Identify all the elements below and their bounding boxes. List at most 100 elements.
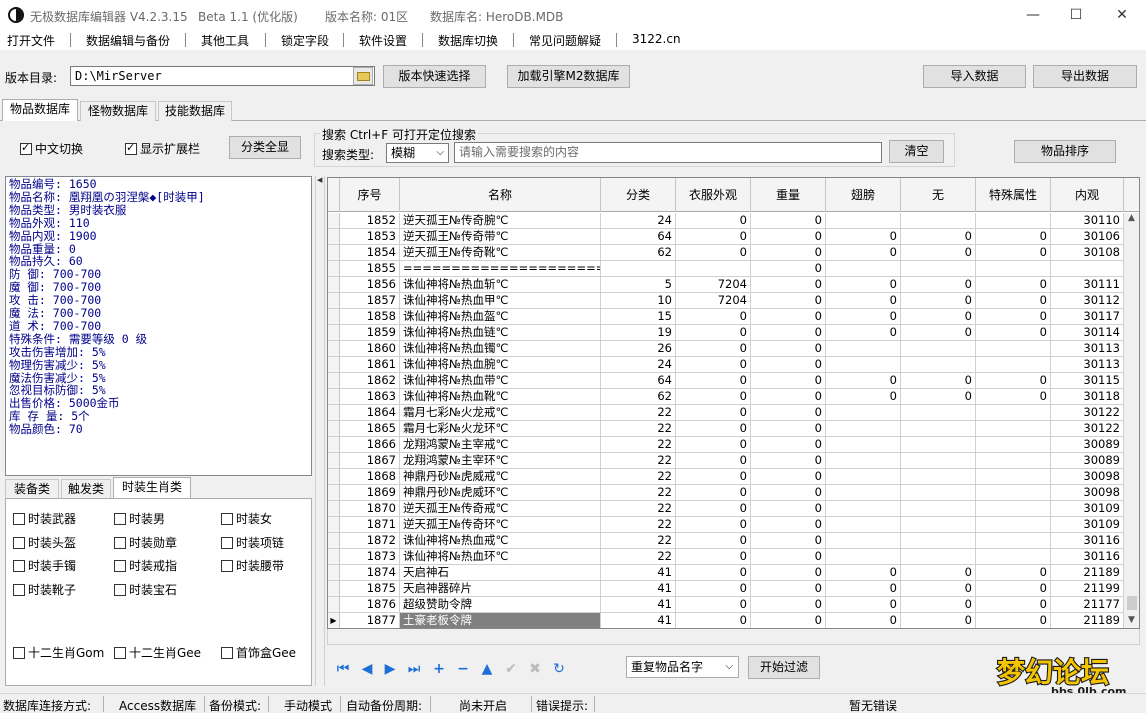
- table-cell[interactable]: [826, 213, 901, 229]
- table-cell[interactable]: 0: [826, 229, 901, 245]
- table-cell[interactable]: 诛仙神将№热血甲℃: [400, 293, 601, 309]
- minimize-icon[interactable]: —: [1010, 0, 1056, 30]
- table-cell[interactable]: 22: [601, 533, 676, 549]
- table-cell[interactable]: [826, 437, 901, 453]
- table-cell[interactable]: 逆天孤王№传奇靴℃: [400, 245, 601, 261]
- table-cell[interactable]: 0: [826, 613, 901, 628]
- table-cell[interactable]: 1864: [340, 405, 400, 421]
- table-cell[interactable]: 1868: [340, 469, 400, 485]
- table-cell[interactable]: 1865: [340, 421, 400, 437]
- delete-record-icon[interactable]: −: [454, 660, 472, 678]
- table-cell[interactable]: 0: [901, 389, 976, 405]
- table-cell[interactable]: 0: [676, 613, 751, 628]
- table-cell[interactable]: [901, 517, 976, 533]
- table-cell[interactable]: 1873: [340, 549, 400, 565]
- column-header[interactable]: 翅膀: [826, 178, 901, 212]
- table-cell[interactable]: 30113: [1051, 341, 1124, 357]
- prior-record-icon[interactable]: ◀: [358, 660, 376, 678]
- search-input[interactable]: 请输入需要搜索的内容: [454, 142, 882, 163]
- table-cell[interactable]: 土豪老板令牌: [400, 613, 601, 628]
- table-cell[interactable]: 0: [826, 389, 901, 405]
- table-cell[interactable]: 诛仙神将№热血戒℃: [400, 533, 601, 549]
- table-row[interactable]: 1858 诛仙神将№热血盔℃ 15 0 0 0 0 0 30117: [328, 309, 1124, 325]
- table-cell[interactable]: 30122: [1051, 421, 1124, 437]
- table-cell[interactable]: 24: [601, 213, 676, 229]
- table-cell[interactable]: 0: [826, 565, 901, 581]
- table-cell[interactable]: 0: [751, 357, 826, 373]
- table-cell[interactable]: 0: [901, 229, 976, 245]
- table-cell[interactable]: 0: [751, 613, 826, 628]
- table-cell[interactable]: [901, 437, 976, 453]
- table-cell[interactable]: [976, 405, 1051, 421]
- table-cell[interactable]: 30106: [1051, 229, 1124, 245]
- table-cell[interactable]: 1856: [340, 277, 400, 293]
- table-cell[interactable]: [826, 549, 901, 565]
- table-row[interactable]: 1857 诛仙神将№热血甲℃ 10 7204 0 0 0 0 30112: [328, 293, 1124, 309]
- table-cell[interactable]: 诛仙神将№热血腕℃: [400, 357, 601, 373]
- table-cell[interactable]: [901, 261, 976, 277]
- category-checkbox[interactable]: 时装项链: [221, 534, 284, 551]
- table-cell[interactable]: 0: [676, 213, 751, 229]
- table-cell[interactable]: 0: [901, 565, 976, 581]
- menu-lock-fields[interactable]: 锁定字段: [281, 32, 329, 49]
- table-cell[interactable]: 0: [676, 373, 751, 389]
- table-row[interactable]: ▶ 1877 土豪老板令牌 41 0 0 0 0 0 21189: [328, 613, 1124, 628]
- table-cell[interactable]: 龙翔鸿蒙№主宰环℃: [400, 453, 601, 469]
- table-cell[interactable]: [976, 341, 1051, 357]
- table-cell[interactable]: 0: [826, 293, 901, 309]
- table-cell[interactable]: [976, 517, 1051, 533]
- cn-switch-checkbox[interactable]: 中文切换: [20, 140, 83, 157]
- table-cell[interactable]: 30108: [1051, 245, 1124, 261]
- table-cell[interactable]: 1854: [340, 245, 400, 261]
- category-checkbox[interactable]: 时装宝石: [114, 581, 177, 598]
- category-checkbox[interactable]: 十二生肖Gom: [13, 644, 104, 661]
- table-cell[interactable]: 0: [751, 261, 826, 277]
- table-cell[interactable]: [826, 341, 901, 357]
- table-cell[interactable]: 诛仙神将№热血环℃: [400, 549, 601, 565]
- table-row[interactable]: 1863 诛仙神将№热血靴℃ 62 0 0 0 0 0 30118: [328, 389, 1124, 405]
- table-row[interactable]: 1862 诛仙神将№热血带℃ 64 0 0 0 0 0 30115: [328, 373, 1124, 389]
- table-cell[interactable]: [901, 549, 976, 565]
- table-cell[interactable]: [901, 421, 976, 437]
- table-cell[interactable]: 0: [751, 565, 826, 581]
- table-cell[interactable]: [976, 261, 1051, 277]
- table-cell[interactable]: 1870: [340, 501, 400, 517]
- table-cell[interactable]: 天启神石: [400, 565, 601, 581]
- category-checkbox[interactable]: 十二生肖Gee: [114, 644, 201, 661]
- column-header[interactable]: 衣服外观: [676, 178, 751, 212]
- column-header[interactable]: 分类: [601, 178, 676, 212]
- table-cell[interactable]: 0: [826, 309, 901, 325]
- table-cell[interactable]: 0: [676, 325, 751, 341]
- table-cell[interactable]: 21177: [1051, 597, 1124, 613]
- table-cell[interactable]: 0: [676, 389, 751, 405]
- table-cell[interactable]: [676, 261, 751, 277]
- table-cell[interactable]: 64: [601, 373, 676, 389]
- table-cell[interactable]: 0: [676, 533, 751, 549]
- table-row[interactable]: 1866 龙翔鸿蒙№主宰戒℃ 22 0 0 30089: [328, 437, 1124, 453]
- table-row[interactable]: 1854 逆天孤王№传奇靴℃ 62 0 0 0 0 0 30108: [328, 245, 1124, 261]
- table-cell[interactable]: 诛仙神将№热血斩℃: [400, 277, 601, 293]
- dir-input[interactable]: D:\MirServer: [70, 66, 375, 86]
- table-cell[interactable]: 0: [751, 485, 826, 501]
- table-cell[interactable]: 0: [976, 581, 1051, 597]
- table-cell[interactable]: ======================25: [400, 261, 601, 277]
- table-cell[interactable]: 30109: [1051, 517, 1124, 533]
- first-record-icon[interactable]: ⏮: [334, 660, 352, 678]
- table-row[interactable]: 1871 逆天孤王№传奇环℃ 22 0 0 30109: [328, 517, 1124, 533]
- table-cell[interactable]: 0: [976, 613, 1051, 628]
- category-checkbox[interactable]: 首饰盒Gee: [221, 644, 296, 661]
- table-cell[interactable]: 0: [751, 389, 826, 405]
- table-cell[interactable]: 诛仙神将№热血盔℃: [400, 309, 601, 325]
- table-cell[interactable]: 1874: [340, 565, 400, 581]
- table-cell[interactable]: [901, 453, 976, 469]
- table-cell[interactable]: 0: [676, 485, 751, 501]
- table-cell[interactable]: 诛仙神将№热血链℃: [400, 325, 601, 341]
- table-cell[interactable]: 天启神器碎片: [400, 581, 601, 597]
- table-cell[interactable]: 0: [976, 325, 1051, 341]
- table-row[interactable]: 1856 诛仙神将№热血斩℃ 5 7204 0 0 0 0 30111: [328, 277, 1124, 293]
- table-cell[interactable]: 62: [601, 389, 676, 405]
- table-cell[interactable]: 0: [751, 405, 826, 421]
- category-checkbox[interactable]: 时装靴子: [13, 581, 76, 598]
- table-cell[interactable]: 10: [601, 293, 676, 309]
- table-cell[interactable]: 0: [976, 309, 1051, 325]
